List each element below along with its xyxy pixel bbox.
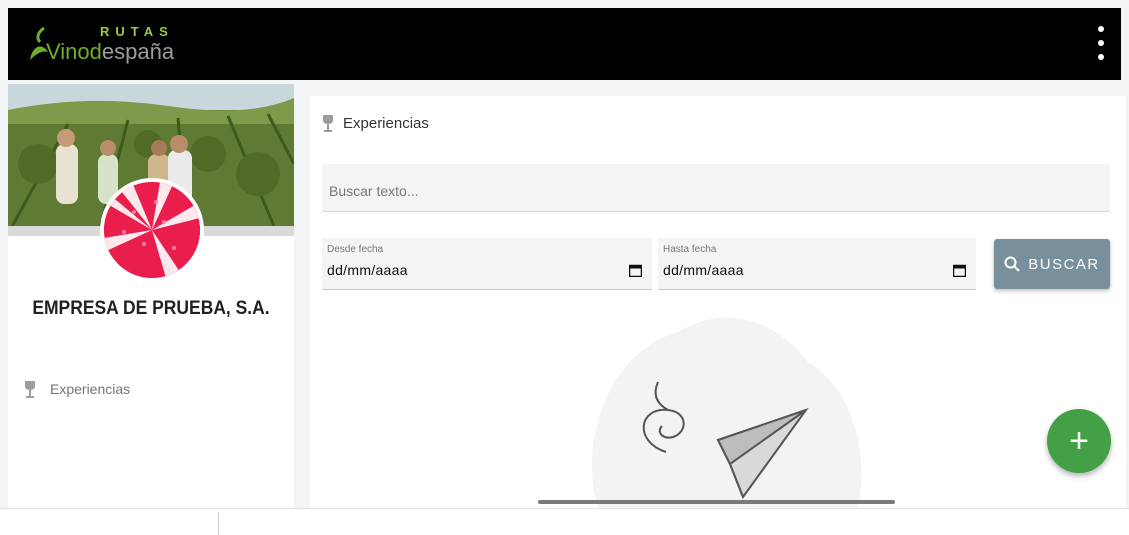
more-vert-icon[interactable]: [1091, 26, 1111, 60]
search-button-label: BUSCAR: [1028, 255, 1100, 273]
add-fab-button[interactable]: +: [1047, 409, 1111, 473]
calendar-icon[interactable]: [629, 264, 642, 277]
experiences-panel: Experiencias Desde fecha dd/mm/aaaa Hast…: [310, 96, 1126, 508]
company-name: EMPRESA DE PRUEBA, S.A.: [32, 298, 270, 319]
logo-brand-text: Vinodespaña: [46, 39, 174, 65]
search-input[interactable]: [327, 182, 1114, 200]
section-title-text: Experiencias: [343, 114, 429, 132]
footer-divider: [218, 513, 219, 535]
sidebar-item-label: Experiencias: [50, 381, 131, 397]
calendar-icon[interactable]: [953, 264, 966, 277]
date-to-input[interactable]: dd/mm/aaaa: [663, 262, 744, 278]
paper-plane-illustration: [591, 317, 862, 508]
sidebar: EMPRESA DE PRUEBA, S.A. Experiencias: [8, 84, 294, 508]
logo-d: d: [89, 39, 102, 64]
rutas-vino-logo[interactable]: RUTAS Vinodespaña: [28, 22, 228, 68]
logo-espana: españa: [101, 39, 175, 64]
date-from-field[interactable]: Desde fecha dd/mm/aaaa: [322, 238, 652, 290]
date-from-label: Desde fecha: [327, 244, 384, 255]
date-to-field[interactable]: Hasta fecha dd/mm/aaaa: [658, 238, 976, 290]
date-from-input[interactable]: dd/mm/aaaa: [327, 262, 408, 278]
company-avatar: [100, 178, 204, 282]
section-title: Experiencias: [322, 114, 429, 132]
horizontal-scrollbar[interactable]: [538, 500, 895, 504]
logo-rutas-text: RUTAS: [100, 24, 174, 39]
search-button[interactable]: BUSCAR: [994, 239, 1110, 289]
logo-vino: Vino: [46, 39, 90, 64]
date-to-label: Hasta fecha: [663, 244, 717, 255]
bottom-bar: [0, 508, 1129, 535]
search-field: [322, 164, 1114, 212]
sidebar-item-experiencias[interactable]: Experiencias: [24, 380, 130, 398]
top-app-bar: RUTAS Vinodespaña: [8, 8, 1121, 80]
search-icon: [1004, 256, 1020, 272]
wine-glass-icon: [323, 115, 333, 132]
wine-glass-icon: [25, 381, 35, 398]
